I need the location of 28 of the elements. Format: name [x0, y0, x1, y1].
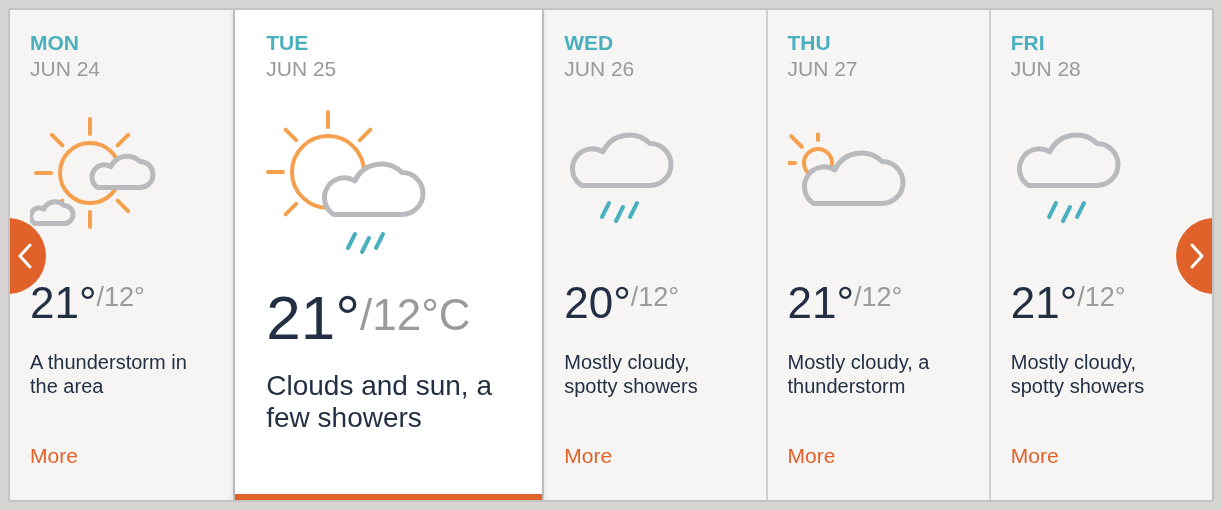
weather-description: Mostly cloudy, spotty showers: [564, 350, 699, 398]
high-temperature: 21°: [266, 282, 360, 353]
day-label: WED: [564, 30, 614, 56]
high-temperature: 21°: [787, 278, 855, 328]
high-temperature: 21°: [30, 278, 97, 328]
low-temperature: /12°: [630, 282, 680, 312]
low-temperature: /12°: [96, 282, 145, 313]
chevron-left-icon: [18, 243, 32, 269]
high-temperature: 21°: [1010, 278, 1078, 328]
day-label: THU: [787, 30, 831, 56]
date-label: JUN 26: [564, 56, 635, 82]
day-label: FRI: [1010, 30, 1045, 56]
weather-description: Mostly cloudy, spotty showers: [1010, 350, 1146, 398]
weather-description: Mostly cloudy, a thunderstorm: [787, 350, 931, 398]
chevron-right-icon: [1190, 243, 1204, 269]
weather-description: Clouds and sun, a few showers: [266, 370, 493, 434]
date-label: JUN 27: [787, 56, 858, 82]
forecast-card[interactable]: TUE JUN 25 21°/12°C Clouds and sun, a few showers: [235, 10, 543, 500]
date-label: JUN 28: [1010, 56, 1081, 82]
low-temperature: /12°: [854, 282, 903, 312]
date-label: JUN 25: [266, 56, 337, 82]
day-label: TUE: [266, 30, 309, 56]
high-temperature: 20°: [564, 278, 631, 328]
date-label: JUN 24: [30, 56, 101, 82]
day-label: MON: [30, 30, 79, 56]
weather-description: A thunderstorm in the area: [30, 350, 188, 398]
low-temperature: /12°: [1077, 282, 1126, 312]
low-temperature: /12°C: [360, 290, 471, 340]
